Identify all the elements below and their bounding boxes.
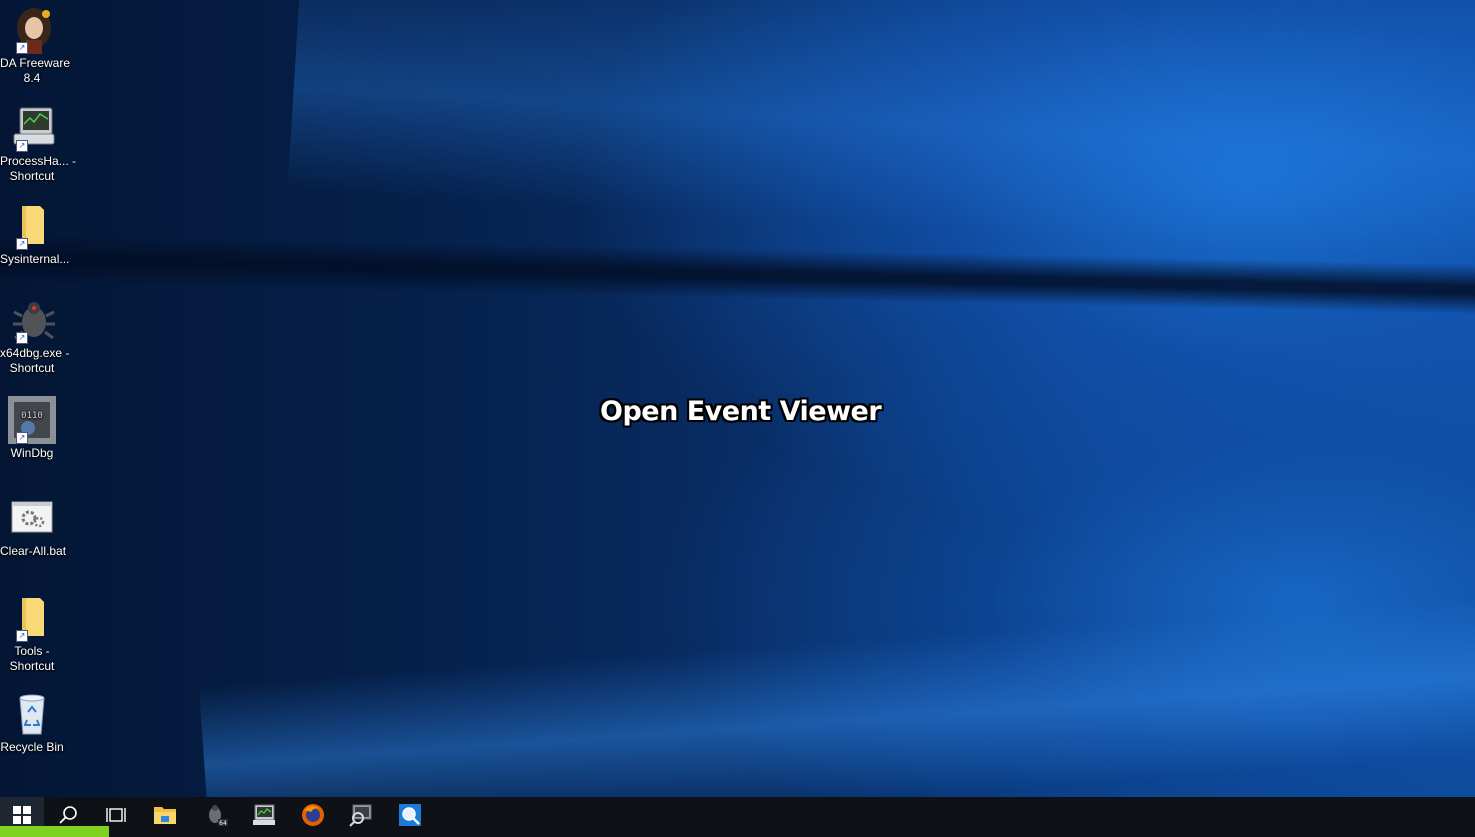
desktop-icon-windbg[interactable]: 0110 ↗ WinDbg <box>0 396 64 461</box>
desktop-icon-label: Clear-All.bat <box>0 544 67 558</box>
desktop-icon-clear-all-bat[interactable]: Clear-All.bat <box>0 494 67 559</box>
ida-portrait-icon: ↗ <box>8 6 56 54</box>
process-monitor-icon <box>349 803 373 832</box>
x64dbg-icon: 64 <box>204 803 228 832</box>
desktop-icon-label: WinDbg <box>10 446 54 460</box>
file-explorer-icon <box>153 804 177 831</box>
wallpaper-light-beam <box>198 560 1475 797</box>
desktop-icon-sysinternals[interactable]: ↗ Sysinternal... <box>0 202 70 267</box>
firefox-icon <box>300 802 326 833</box>
wallpaper-light-beam <box>287 0 1475 300</box>
desktop-icon-ida-freeware[interactable]: ↗ DA Freeware 8.4 <box>0 6 71 86</box>
taskbar: 64 <box>0 797 1475 837</box>
event-viewer-icon <box>398 803 422 832</box>
desktop-icon-label: x64dbg.exe - Shortcut <box>0 346 70 375</box>
folder-icon: ↗ <box>8 594 56 642</box>
desktop-wallpaper: ↗ DA Freeware 8.4 ↗ ProcessHa... - Shortcu… <box>0 0 1475 797</box>
desktop-icon-label: DA Freeware 8.4 <box>0 56 71 85</box>
wallpaper-dark-band <box>0 231 1475 319</box>
taskbar-file-explorer[interactable] <box>141 797 189 837</box>
desktop-icon-label: ProcessHa... - Shortcut <box>0 154 77 183</box>
instruction-caption: Open Event Viewer <box>600 396 882 427</box>
desktop-icon-label: Tools - Shortcut <box>9 644 55 673</box>
debugger-icon: 0110 ↗ <box>8 396 56 444</box>
desktop-icon-x64dbg[interactable]: ↗ x64dbg.exe - Shortcut <box>0 296 70 376</box>
shortcut-arrow-icon: ↗ <box>16 432 28 444</box>
shortcut-arrow-icon: ↗ <box>16 630 28 642</box>
desktop-icon-process-hacker[interactable]: ↗ ProcessHa... - Shortcut <box>0 104 77 184</box>
desktop-icon-tools[interactable]: ↗ Tools - Shortcut <box>0 594 64 674</box>
desktop-icon-recycle-bin[interactable]: Recycle Bin <box>0 690 64 755</box>
batch-gears-icon <box>8 494 56 542</box>
computer-monitor-icon: ↗ <box>8 104 56 152</box>
shortcut-arrow-icon: ↗ <box>16 238 28 250</box>
shortcut-arrow-icon: ↗ <box>16 332 28 344</box>
taskbar-process-monitor[interactable] <box>337 797 385 837</box>
bug-icon: ↗ <box>8 296 56 344</box>
desktop-icon-label: Recycle Bin <box>0 740 64 754</box>
shortcut-arrow-icon: ↗ <box>16 140 28 152</box>
taskbar-event-viewer[interactable] <box>386 797 434 837</box>
recycle-bin-icon <box>8 690 56 738</box>
progress-bar <box>0 826 110 837</box>
shortcut-arrow-icon: ↗ <box>16 42 28 54</box>
svg-text:0110: 0110 <box>21 411 43 421</box>
taskbar-firefox[interactable] <box>289 797 337 837</box>
folder-icon: ↗ <box>8 202 56 250</box>
taskbar-x64dbg[interactable]: 64 <box>192 797 240 837</box>
svg-text:64: 64 <box>219 820 227 827</box>
taskbar-process-hacker[interactable] <box>240 797 288 837</box>
desktop-icon-label: Sysinternal... <box>0 252 70 266</box>
process-hacker-icon <box>252 803 276 832</box>
